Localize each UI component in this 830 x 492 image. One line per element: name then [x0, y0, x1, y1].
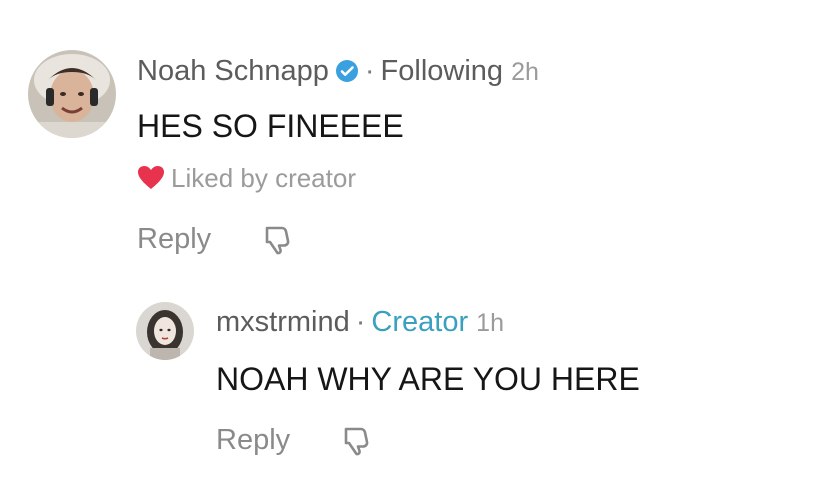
liked-label: Liked by creator — [171, 163, 356, 193]
comment-text: HES SO FINEEEE — [137, 108, 404, 144]
dislike-icon[interactable] — [261, 222, 295, 256]
following-label: Following — [380, 55, 504, 87]
reply-header: mxstrmind · Creator 1h — [216, 306, 504, 339]
reply-button[interactable]: Reply — [137, 223, 211, 255]
username[interactable]: mxstrmind — [216, 306, 350, 338]
comment-text: NOAH WHY ARE YOU HERE — [216, 361, 640, 397]
reply-button[interactable]: Reply — [216, 424, 290, 456]
comment-actions: Reply — [216, 423, 374, 457]
comment-header: Noah Schnapp · Following 2h — [137, 55, 539, 88]
comment-actions: Reply — [137, 222, 295, 256]
avatar-noah[interactable] — [28, 50, 116, 138]
verified-badge-icon — [335, 58, 359, 82]
separator-dot: · — [355, 306, 366, 338]
avatar-mxstrmind[interactable] — [136, 302, 194, 360]
heart-icon — [137, 165, 165, 191]
timestamp: 2h — [511, 58, 539, 86]
dislike-icon[interactable] — [340, 423, 374, 457]
separator-dot: · — [364, 55, 375, 87]
username[interactable]: Noah Schnapp — [137, 55, 329, 87]
liked-by-creator: Liked by creator — [137, 163, 356, 194]
creator-label: Creator — [371, 306, 469, 338]
timestamp: 1h — [476, 309, 504, 337]
